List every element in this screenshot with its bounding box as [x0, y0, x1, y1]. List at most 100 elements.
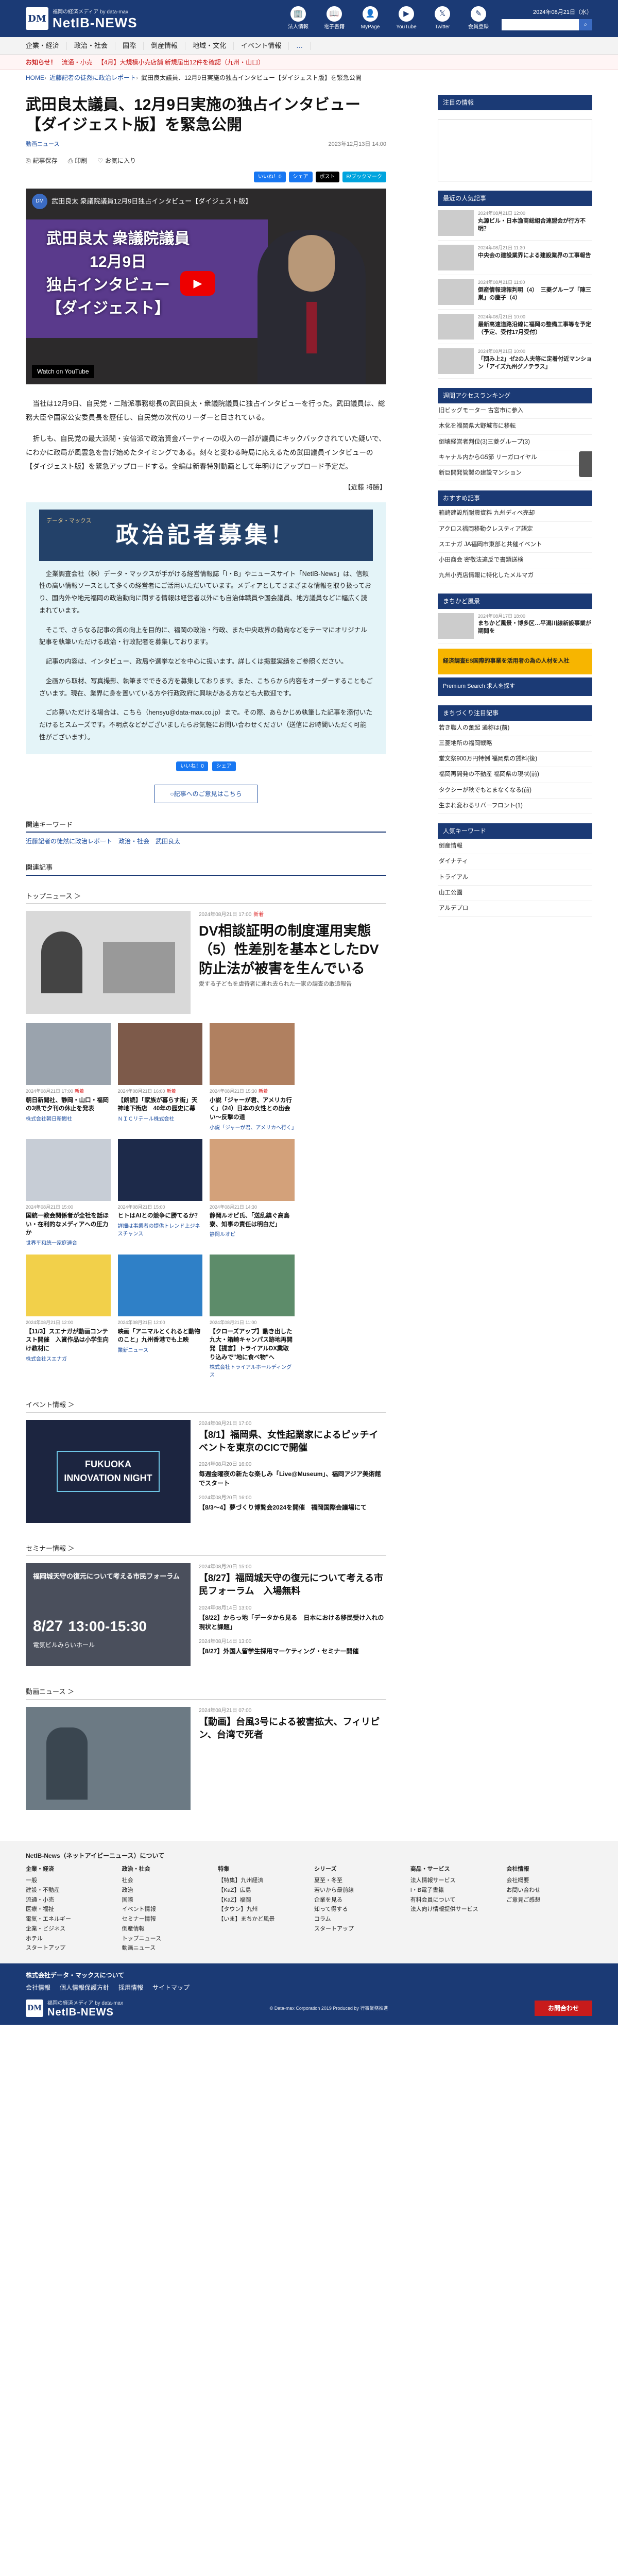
sidebar-ranking-item[interactable]: 倒壊経営者判位(3)三菱グループ(3): [438, 435, 592, 450]
news-card-title[interactable]: 国統一教会関係者が全社を話ほい・在利的なメディアへの圧力か: [26, 1212, 111, 1238]
footer-link[interactable]: 法人向け情報提供サービス: [410, 1905, 496, 1914]
header-icon-link[interactable]: 📖 電子書籍: [318, 6, 350, 31]
sidebar-people-item[interactable]: ダイナティ: [438, 854, 592, 870]
footer-link[interactable]: 政治: [122, 1886, 208, 1895]
gnav-item[interactable]: 地域・文化: [185, 42, 234, 50]
footer-link[interactable]: コラム: [314, 1914, 400, 1924]
sidebar-series-item[interactable]: 堂文祭900万円特例 福岡県の賃料(後): [438, 752, 592, 768]
footer-column-heading[interactable]: 商品・サービス: [410, 1865, 496, 1874]
header-icon-link[interactable]: 🏢 法人情報: [282, 6, 314, 31]
site-logo[interactable]: DM 福岡の経済メディア by data-max NetIB-NEWS: [26, 7, 138, 30]
keyword-link[interactable]: 政治・社会: [118, 837, 149, 846]
footer-link[interactable]: お問い合わせ: [506, 1886, 592, 1895]
footer-link[interactable]: 有料会員について: [410, 1895, 496, 1905]
news-card-source[interactable]: 株式会社トライアルホールディングス: [210, 1364, 295, 1379]
footer-link[interactable]: 【タウン】九州: [218, 1905, 304, 1914]
sidebar-ranking-item[interactable]: 旧ビッグモーター 古宮市に参入: [438, 403, 592, 419]
footer-column-heading[interactable]: シリーズ: [314, 1865, 400, 1874]
news-card-source[interactable]: 株式会社スエナガ: [26, 1355, 111, 1363]
footer-link[interactable]: 【KaZ】福岡: [218, 1895, 304, 1905]
gnav-item[interactable]: 倒産情報: [144, 42, 186, 50]
sidebar-people-item[interactable]: アルデプロ: [438, 901, 592, 917]
events-item[interactable]: 2024年08月21日 17:00 【8/1】福岡県、女性起業家によるピッチイベン…: [199, 1420, 386, 1454]
sidebar-news-item[interactable]: 2024年08月21日 12:00 丸源ビル・日本漁商総組合連盟会が行方不明？: [438, 206, 592, 241]
gnav-item[interactable]: 国際: [115, 42, 144, 50]
sidebar-series-item[interactable]: タクシーが秋でもとまなくなる(前): [438, 783, 592, 799]
news-card[interactable]: 2024年08月21日 12:00 【11/3】スエナガが動画コンテスト開催 入賞…: [26, 1255, 111, 1379]
sidebar-banner-premium[interactable]: Premium Search 求人を探す: [438, 677, 592, 696]
footer-link[interactable]: 【いま】まちかど風景: [218, 1914, 304, 1924]
footer-column-heading[interactable]: 会社情報: [506, 1865, 592, 1874]
gnav-item[interactable]: 企業・経済: [26, 42, 67, 50]
article-category[interactable]: 動画ニュース: [26, 140, 59, 149]
footer-bottom-link[interactable]: 個人情報保護方針: [60, 1983, 109, 1992]
print-button[interactable]: ⎙ 印刷: [68, 156, 88, 165]
topnews-heading[interactable]: トップニュース ＞: [26, 891, 386, 904]
news-card-source[interactable]: 静岡ルオピ: [210, 1231, 295, 1239]
news-card[interactable]: 2024年08月21日 11:00 【クローズアップ】動き出した九大・箱崎キャンパ…: [210, 1255, 295, 1379]
footer-link[interactable]: トップニュース: [122, 1934, 208, 1944]
news-card-title[interactable]: 小説「ジャーが君、アメリカ行く」（24）日本の女性との出会い〜反撃の道: [210, 1096, 295, 1122]
favorite-button[interactable]: ♡ お気に入り: [97, 156, 136, 165]
footer-link[interactable]: 法人情報サービス: [410, 1876, 496, 1886]
seminar-item[interactable]: 2024年08月14日 13:00 【8/22】からっ地「データから見る 日本にお…: [199, 1604, 386, 1632]
news-card[interactable]: 2024年08月21日 12:00 映画「アニマルとくれると動物のこと」九州香港で…: [117, 1255, 203, 1379]
keyword-link[interactable]: 近藤記者の徒然に政治レポート: [26, 837, 112, 846]
seminar-item-title[interactable]: 【8/22】からっ地「データから見る 日本における移民受け入れの現状と課題」: [199, 1613, 386, 1632]
sidebar-people-item[interactable]: 山工公園: [438, 886, 592, 901]
facebook-share-button[interactable]: シェア: [288, 171, 313, 182]
events-heading[interactable]: イベント情報 ＞: [26, 1400, 386, 1413]
contact-button[interactable]: お問合わせ: [534, 2001, 592, 2016]
gnav-item[interactable]: …: [289, 42, 311, 50]
header-icon-link[interactable]: 👤 MyPage: [354, 6, 386, 31]
header-icon-link[interactable]: ✎ 会員登録: [462, 6, 494, 31]
news-card[interactable]: 2024年08月21日 14:30 静岡ルオピ氏、「送乱鎮ぐ高鳥寮、知事の責任は明…: [210, 1139, 295, 1248]
notice-category[interactable]: 流通・小売: [62, 58, 93, 67]
footer-column-heading[interactable]: 企業・経済: [26, 1865, 112, 1874]
news-card-source[interactable]: 業新ニュース: [118, 1347, 203, 1354]
header-icon-link[interactable]: ▶ YouTube: [390, 6, 422, 31]
footer-link[interactable]: 企業・ビジネス: [26, 1924, 112, 1934]
side-floating-tab[interactable]: [579, 451, 592, 477]
footer-link[interactable]: セミナー情報: [122, 1914, 208, 1924]
events-item[interactable]: 2024年08月20日 16:00 毎週金曜夜の新たな楽しみ「Live@Museu…: [199, 1461, 386, 1488]
seminar-item-title[interactable]: 【8/27】外国人留学生採用マーケティング・セミナー開催: [199, 1647, 386, 1656]
news-card-title[interactable]: 朝日新聞社、静岡・山口・福岡の3県で夕刊の休止を発表: [26, 1096, 111, 1113]
facebook-like-button[interactable]: いいね！0: [253, 171, 286, 182]
x-post-button[interactable]: ポスト: [315, 171, 339, 182]
footer-link[interactable]: 若いから最前線: [314, 1886, 400, 1895]
footer-bottom-link[interactable]: 会社情報: [26, 1983, 50, 1992]
footer-column-heading[interactable]: 政治・社会: [122, 1865, 208, 1874]
footer-link[interactable]: 企業を見る: [314, 1895, 400, 1905]
footer-link[interactable]: ご意見ご感想: [506, 1895, 592, 1905]
sidebar-news-item[interactable]: 2024年08月21日 10:00 「団み上2」ゼ2の人夫等に定着付近マンション「…: [438, 344, 592, 379]
news-card-source[interactable]: 株式会社朝日新聞社: [26, 1115, 111, 1123]
sidebar-ranking-item[interactable]: 木化を福岡県大野城市に移転: [438, 419, 592, 435]
footer-link[interactable]: 流通・小売: [26, 1895, 112, 1905]
sidebar-banner-recruit[interactable]: 経済調査ES国際的事業を活用者の為の人材を入社: [438, 648, 592, 674]
seminar-heading[interactable]: セミナー情報 ＞: [26, 1544, 386, 1556]
events-thumbnail[interactable]: FUKUOKA INNOVATION NIGHT: [26, 1419, 191, 1523]
sidebar-news-item[interactable]: 2024年08月21日 10:00 最新高速道路沿線に福岡の整備工事等を予定（予定…: [438, 310, 592, 344]
sidebar-town-item[interactable]: 2024年08月17日 18:00 まちかど風景・博多区…平潟川線新設事業が期間…: [438, 609, 592, 643]
recruit-banner[interactable]: データ・マックス 政治記者募集！: [39, 509, 373, 561]
sidebar-recommend-item[interactable]: 九州小売店情報に特化したメルマガ: [438, 568, 592, 584]
news-card-title[interactable]: 静岡ルオピ氏、「送乱鎮ぐ高鳥寮、知事の責任は明白だ」: [210, 1212, 295, 1229]
search-button[interactable]: ⌕: [579, 19, 592, 30]
header-icon-link[interactable]: 𝕏 Twitter: [426, 6, 458, 31]
sidebar-recommend-item[interactable]: スエナガ JA福岡市東部と共催イベント: [438, 537, 592, 553]
events-item-title[interactable]: 毎週金曜夜の新たな楽しみ「Live@Museum」、福岡アジア美術館でスタート: [199, 1469, 386, 1488]
news-card[interactable]: 2024年08月21日 15:00 国統一教会関係者が全社を話ほい・在利的なメディ…: [26, 1139, 111, 1248]
breadcrumb-category[interactable]: 近藤記者の徒然に政治レポート: [49, 73, 136, 82]
footer-link[interactable]: スタートアップ: [314, 1924, 400, 1934]
sidebar-series-item[interactable]: 若き職人の奮起 通称は(前): [438, 721, 592, 736]
hatena-bookmark-button[interactable]: B!ブックマーク: [342, 171, 386, 182]
news-card-title[interactable]: 【クローズアップ】動き出した九大・箱崎キャンパス跡地再開発【提言】トライアルDX…: [210, 1328, 295, 1362]
news-card-title[interactable]: 映画「アニマルとくれると動物のこと」九州香港でも上映: [118, 1328, 203, 1345]
save-button[interactable]: ⎘ 記事保存: [26, 156, 58, 165]
news-card-source[interactable]: 世界平和統一家庭連合: [26, 1240, 111, 1247]
footer-link[interactable]: 建設・不動産: [26, 1886, 112, 1895]
facebook-like-button[interactable]: いいね！0: [176, 761, 208, 771]
seminar-item[interactable]: 2024年08月20日 15:00 【8/27】福岡城天守の復元について考える市民…: [199, 1563, 386, 1598]
footer-link[interactable]: 【KaZ】広島: [218, 1886, 304, 1895]
